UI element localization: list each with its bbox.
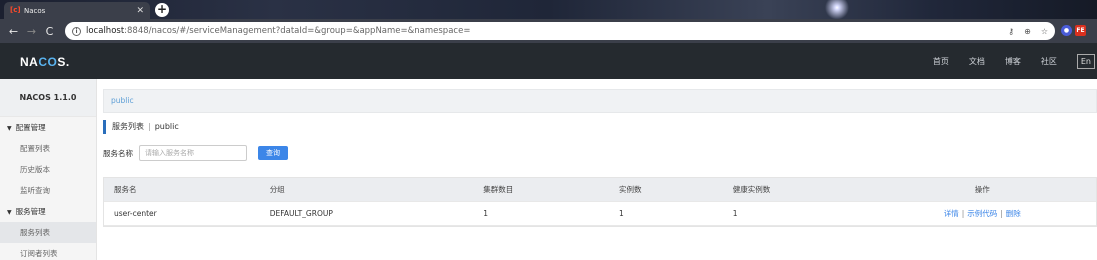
column-header: 实例数	[618, 185, 642, 194]
nav-blog[interactable]: 博客	[1005, 56, 1021, 67]
cluster-count-cell: 1	[483, 209, 489, 218]
nav-community[interactable]: 社区	[1041, 56, 1057, 67]
language-switch-button[interactable]: En	[1076, 53, 1095, 69]
sidebar-item-service-list[interactable]: 服务列表	[0, 222, 96, 243]
sidebar-group-config[interactable]: ▼ 配置管理	[0, 117, 96, 138]
namespace-bar: public	[103, 89, 1097, 113]
sidebar: NACOS 1.1.0 ▼ 配置管理 配置列表 历史版本 监听查询 ▼ 服务管理 服…	[0, 79, 97, 260]
page-title: 服务列表 | public	[103, 120, 179, 134]
tab-title: Nacos	[24, 6, 46, 15]
forward-arrow-icon[interactable]: →	[24, 25, 39, 38]
search-button[interactable]: 查询	[258, 146, 288, 160]
nacos-logo[interactable]: NACOS.	[20, 55, 70, 69]
extension-icon[interactable]: ●	[1061, 25, 1072, 36]
browser-tab-strip: [c] Nacos ✕ +	[0, 0, 1097, 19]
caret-down-icon: ▼	[7, 125, 12, 132]
version-label: NACOS 1.1.0	[0, 79, 96, 117]
background-star-glow	[807, 0, 867, 19]
sidebar-group-service[interactable]: ▼ 服务管理	[0, 201, 96, 222]
star-icon[interactable]: ☆	[1041, 27, 1048, 36]
sidebar-item-subscribers[interactable]: 订阅者列表	[0, 243, 96, 260]
column-header: 集群数目	[483, 185, 514, 194]
service-name-cell: user-center	[114, 209, 157, 218]
delete-link[interactable]: 删除	[1006, 209, 1021, 218]
group-cell: DEFAULT_GROUP	[269, 209, 333, 218]
service-table: 服务名 分组 集群数目 实例数 健康实例数 操作 user-center DEF…	[103, 177, 1097, 227]
app-header: NACOS. 首页 文档 博客 社区 En	[0, 43, 1097, 79]
address-bar[interactable]: i localhost:8848/nacos/#/serviceManageme…	[65, 22, 1055, 40]
nav-docs[interactable]: 文档	[969, 56, 985, 67]
column-header: 操作	[974, 185, 990, 194]
namespace-link-public[interactable]: public	[111, 96, 134, 105]
detail-link[interactable]: 详情	[944, 209, 959, 218]
url-text[interactable]: localhost:8848/nacos/#/serviceManagement…	[86, 26, 470, 36]
nacos-favicon-icon: [c]	[10, 6, 21, 14]
caret-down-icon: ▼	[7, 209, 12, 216]
zoom-icon[interactable]: ⊕	[1024, 27, 1031, 36]
info-icon[interactable]: i	[72, 26, 81, 36]
tab-close-icon[interactable]: ✕	[136, 6, 144, 16]
nav-home[interactable]: 首页	[933, 56, 949, 67]
search-label: 服务名称	[103, 149, 133, 158]
column-header: 健康实例数	[732, 185, 771, 194]
sidebar-item-listener-query[interactable]: 监听查询	[0, 180, 96, 201]
operations-cell: 详情 | 示例代码 | 删除	[943, 209, 1021, 218]
instance-count-cell: 1	[618, 209, 624, 218]
column-header: 分组	[269, 185, 285, 194]
browser-toolbar: ← → C i localhost:8848/nacos/#/serviceMa…	[0, 19, 1097, 43]
table-header: 服务名 分组 集群数目 实例数 健康实例数 操作	[104, 178, 1096, 202]
healthy-instance-cell: 1	[732, 209, 738, 218]
column-header: 服务名	[114, 185, 137, 194]
sample-code-link[interactable]: 示例代码	[967, 209, 997, 218]
reload-icon[interactable]: C	[42, 25, 57, 38]
browser-tab[interactable]: [c] Nacos ✕	[4, 2, 150, 19]
key-icon[interactable]: ⚷	[1008, 27, 1014, 36]
sidebar-item-config-list[interactable]: 配置列表	[0, 138, 96, 159]
header-nav: 首页 文档 博客 社区 En	[933, 43, 1097, 79]
new-tab-icon[interactable]: +	[155, 3, 169, 17]
service-name-search-input[interactable]	[139, 145, 247, 161]
table-row: user-center DEFAULT_GROUP 1 1 1 详情 | 示例代码 |…	[104, 202, 1096, 226]
back-arrow-icon[interactable]: ←	[6, 25, 21, 38]
sidebar-item-history[interactable]: 历史版本	[0, 159, 96, 180]
extension-fe-icon[interactable]: FE	[1075, 25, 1086, 36]
omnibox-actions: ⚷ ⊕ ☆	[1008, 27, 1048, 36]
